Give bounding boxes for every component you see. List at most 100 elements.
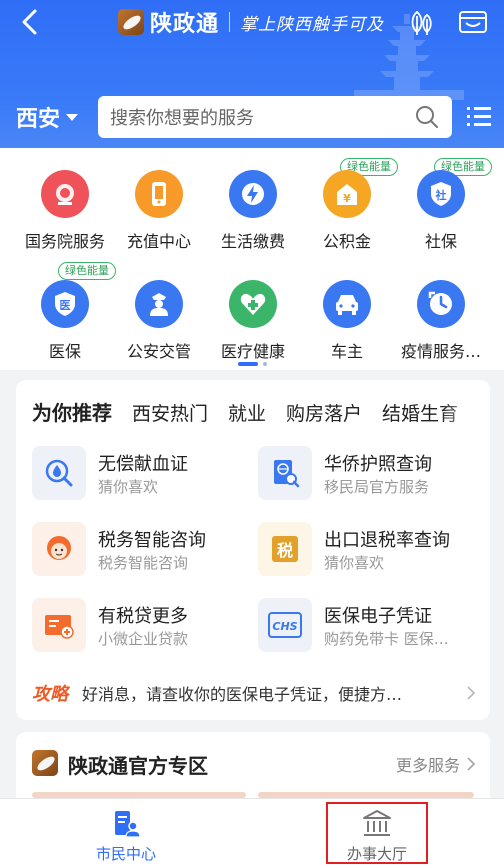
rec-title: 出口退税率查询 — [324, 530, 450, 551]
rec-title: 无偿献血证 — [98, 454, 188, 475]
nav-label: 市民中心 — [95, 845, 156, 863]
service-provident-fund[interactable]: 绿色能量 ¥ 公积金 — [300, 148, 398, 251]
rec-subtitle: 猜你喜欢 — [98, 478, 159, 496]
svg-text:社: 社 — [435, 188, 447, 202]
search-icon[interactable] — [414, 104, 440, 130]
card-package-icon[interactable] — [458, 9, 488, 35]
service-label: 医保 — [48, 342, 81, 361]
loan-card-icon — [32, 598, 86, 652]
service-label: 公积金 — [322, 232, 371, 251]
service-label: 国务院服务 — [24, 232, 105, 251]
menu-icon[interactable] — [466, 104, 492, 130]
service-label: 充值中心 — [126, 232, 191, 251]
app-name: 陕政通 — [150, 11, 220, 37]
recommend-tabs: 为你推荐 西安热门 就业 购房落户 结婚生育 — [32, 400, 478, 426]
rec-item-medical-cert[interactable]: CHS 医保电子凭证 购药免带卡 医保… — [258, 598, 478, 654]
chevron-right-icon — [467, 757, 476, 771]
car-icon — [323, 280, 371, 328]
rec-subtitle: 小微企业贷款 — [98, 630, 189, 648]
service-label: 医疗健康 — [220, 342, 285, 361]
rec-title: 医保电子凭证 — [324, 606, 432, 627]
tax-assistant-icon — [32, 522, 86, 576]
app-logo — [118, 9, 144, 35]
guide-tag: 攻略 — [32, 684, 68, 705]
tab-housing[interactable]: 购房落户 — [286, 399, 362, 426]
tab-xian-hot[interactable]: 西安热门 — [132, 399, 208, 426]
tab-employment[interactable]: 就业 — [228, 399, 266, 426]
search-input[interactable]: 搜索你想要的服务 — [98, 96, 452, 138]
phone-recharge-icon — [135, 170, 183, 218]
lightning-icon — [229, 170, 277, 218]
more-services-label: 更多服务 — [395, 756, 460, 775]
green-leaf-icon[interactable] — [408, 8, 436, 36]
rec-item-passport[interactable]: 华侨护照查询 移民局官方服务 — [258, 446, 478, 502]
rec-item-tax-loan[interactable]: 有税贷更多 小微企业贷款 — [32, 598, 252, 654]
police-icon — [135, 280, 183, 328]
guide-tip[interactable]: 攻略 好消息，请查收你的医保电子凭证，便捷方… — [32, 678, 478, 708]
rec-subtitle: 购药免带卡 医保… — [324, 630, 449, 648]
rec-subtitle: 税务智能咨询 — [98, 554, 189, 572]
state-council-icon — [41, 170, 89, 218]
service-social-security[interactable]: 绿色能量 社 社保 — [394, 148, 492, 251]
nav-citizen-center[interactable]: 市民中心 — [56, 799, 196, 868]
passport-search-icon — [258, 446, 312, 500]
clock-icon — [417, 280, 465, 328]
blood-donation-icon — [32, 446, 86, 500]
service-label: 公安交管 — [126, 342, 191, 361]
caret-down-icon — [66, 113, 79, 121]
chevron-right-icon — [467, 686, 476, 700]
service-hall-icon — [363, 810, 391, 836]
chs-icon: CHS — [258, 598, 312, 652]
rec-item-blood-donation[interactable]: 无偿献血证 猜你喜欢 — [32, 446, 252, 502]
citizen-center-icon — [115, 811, 141, 838]
bottom-nav: 市民中心 办事大厅 — [0, 798, 504, 868]
more-services-link[interactable]: 更多服务 — [396, 752, 476, 776]
svg-text:税: 税 — [277, 541, 293, 560]
svg-text:医: 医 — [60, 299, 71, 312]
service-epidemic[interactable]: 疫情服务… — [394, 258, 488, 361]
nav-service-hall[interactable]: 办事大厅 — [307, 799, 447, 868]
search-row: 西安 搜索你想要的服务 — [0, 94, 504, 140]
chevron-left-icon — [22, 9, 37, 35]
rec-subtitle: 移民局官方服务 — [324, 478, 430, 496]
provident-fund-icon: ¥ — [323, 170, 371, 218]
rec-item-tax-consult[interactable]: 税务智能咨询 税务智能咨询 — [32, 522, 252, 578]
service-label: 社保 — [424, 232, 457, 251]
zone-title: 陕政通官方专区 — [68, 754, 208, 778]
city-selector[interactable]: 西安 — [16, 102, 79, 132]
service-utility[interactable]: 生活缴费 — [206, 148, 300, 251]
service-label: 生活缴费 — [220, 232, 285, 251]
service-health[interactable]: 医疗健康 — [206, 258, 300, 361]
page-dot — [263, 362, 267, 366]
tax-refund-icon: 税 — [258, 522, 312, 576]
service-recharge[interactable]: 充值中心 — [112, 148, 206, 251]
app-slogan: 掌上陕西触手可及 — [240, 14, 385, 35]
service-medical-insurance[interactable]: 绿色能量 医 医保 — [18, 258, 116, 361]
service-label: 车主 — [330, 342, 363, 361]
back-button[interactable] — [14, 6, 46, 38]
nav-label: 办事大厅 — [346, 845, 407, 863]
tab-for-you[interactable]: 为你推荐 — [32, 397, 112, 426]
top-bar: 陕政通 掌上陕西触手可及 — [0, 0, 504, 46]
service-car-owner[interactable]: 车主 — [300, 258, 394, 361]
service-label: 疫情服务… — [400, 342, 481, 361]
green-energy-badge: 绿色能量 — [58, 262, 116, 280]
guide-text: 好消息，请查收你的医保电子凭证，便捷方… — [82, 685, 403, 704]
tabs-fade — [440, 394, 490, 430]
svg-text:CHS: CHS — [272, 620, 297, 633]
search-placeholder: 搜索你想要的服务 — [110, 108, 254, 129]
page-indicator — [238, 362, 267, 366]
service-state-council[interactable]: 国务院服务 — [18, 148, 112, 251]
city-name: 西安 — [16, 107, 61, 132]
service-grid: 国务院服务 充值中心 生活缴费 绿色能量 ¥ 公积金 绿色能量 社 社保 绿色能… — [0, 148, 504, 370]
brand-divider — [229, 12, 231, 32]
app-logo — [32, 750, 58, 776]
rec-item-tax-refund[interactable]: 税 出口退税率查询 猜你喜欢 — [258, 522, 478, 578]
medical-insurance-icon: 医 — [41, 280, 89, 328]
rec-title: 华侨护照查询 — [324, 454, 432, 475]
brand: 陕政通 掌上陕西触手可及 — [118, 6, 384, 38]
service-police[interactable]: 公安交管 — [112, 258, 206, 361]
social-security-icon: 社 — [417, 170, 465, 218]
recommend-card: 为你推荐 西安热门 就业 购房落户 结婚生育 无偿献血证 猜你喜欢 华侨护照查询… — [16, 380, 490, 720]
app-header: 陕政通 掌上陕西触手可及 西安 搜索你想要的服务 — [0, 0, 504, 148]
